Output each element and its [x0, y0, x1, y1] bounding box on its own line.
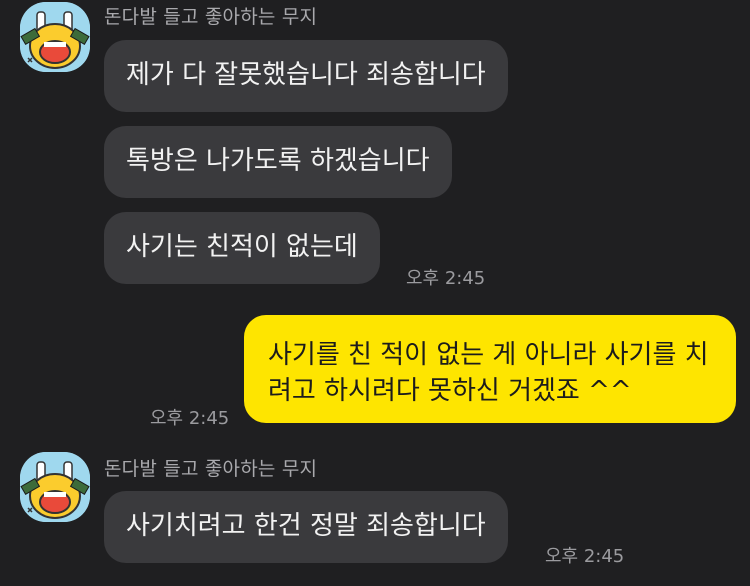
message-bubble[interactable]: 제가 다 잘못했습니다 죄송합니다: [104, 40, 508, 112]
sender-name: 돈다발 들고 좋아하는 무지: [104, 6, 318, 28]
my-message-bubble[interactable]: 사기를 친 적이 없는 게 아니라 사기를 치려고 하시려다 못하신 거겠죠 ^…: [244, 315, 736, 423]
message-timestamp: 오후 2:45: [545, 546, 625, 567]
message-timestamp: 오후 2:45: [150, 408, 230, 429]
avatar-muzi-1[interactable]: [20, 2, 90, 72]
message-bubble[interactable]: 사기는 친적이 없는데: [104, 212, 380, 284]
message-bubble[interactable]: 사기치려고 한건 정말 죄송합니다: [104, 491, 508, 563]
muzi-money-avatar-icon: [20, 452, 90, 522]
avatar-muzi-2[interactable]: [20, 452, 90, 522]
message-timestamp: 오후 2:45: [406, 268, 486, 289]
message-bubble[interactable]: 톡방은 나가도록 하겠습니다: [104, 126, 452, 198]
muzi-money-avatar-icon: [20, 2, 90, 72]
sender-name: 돈다발 들고 좋아하는 무지: [104, 458, 318, 480]
